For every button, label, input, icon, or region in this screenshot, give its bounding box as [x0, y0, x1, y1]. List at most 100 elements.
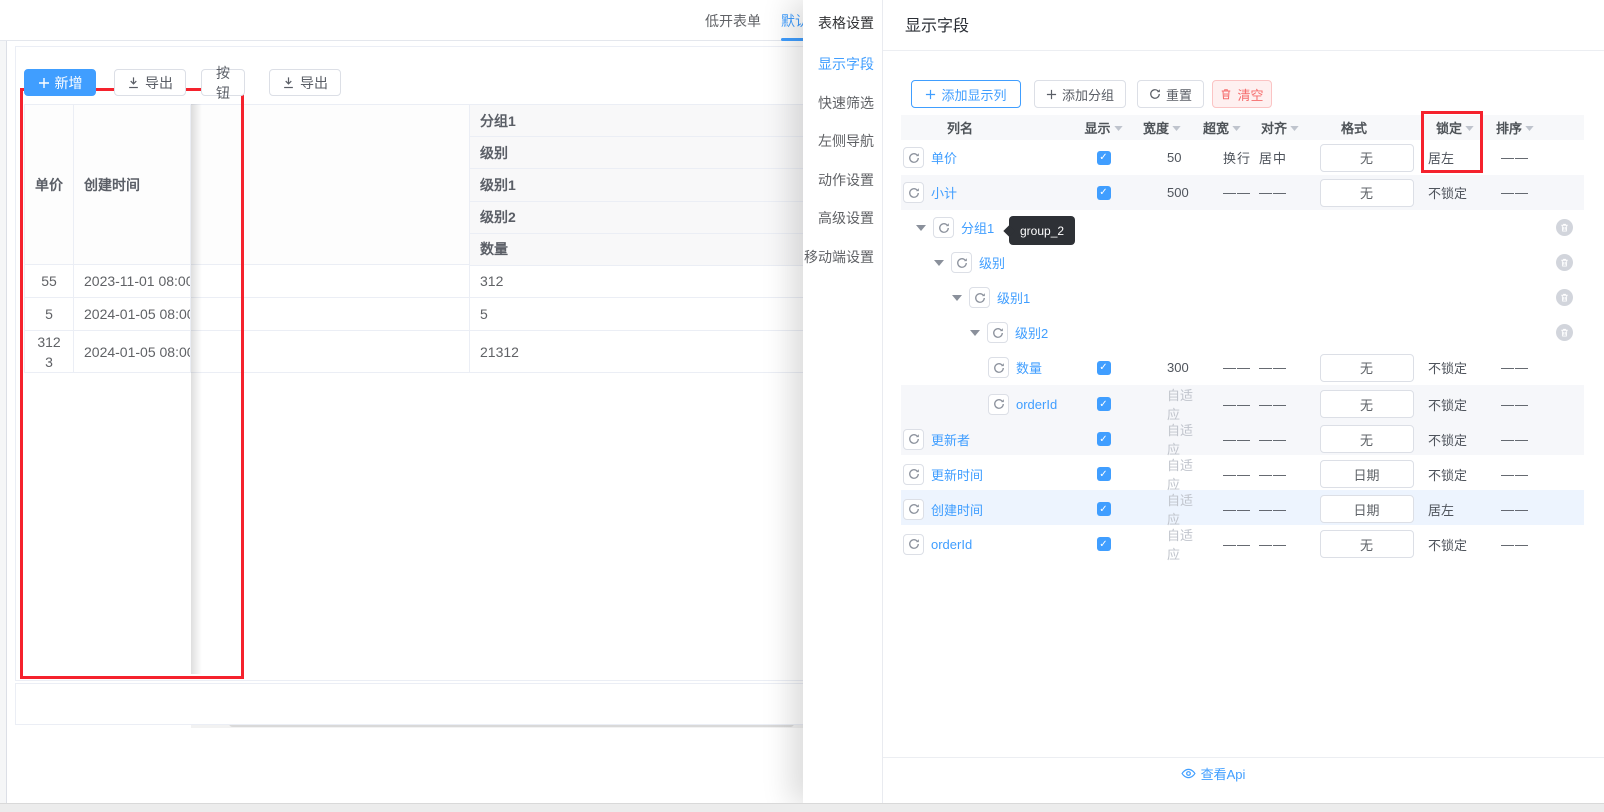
width-value[interactable]: 自适应	[1131, 525, 1193, 563]
config-column-header-7[interactable]: 锁定	[1424, 118, 1486, 137]
add-display-column-button[interactable]: 添加显示列	[911, 80, 1021, 108]
expand-caret-icon[interactable]	[970, 329, 980, 336]
sidebar-item-6[interactable]: 移动端设置	[804, 247, 874, 267]
sort-value[interactable]: ——	[1486, 150, 1544, 165]
config-column-header-8[interactable]: 排序	[1486, 118, 1544, 137]
delete-group-button[interactable]	[1555, 324, 1573, 341]
overwide-value[interactable]: ——	[1193, 397, 1251, 412]
sidebar-item-5[interactable]: 高级设置	[818, 208, 874, 228]
refresh-field-button[interactable]	[903, 533, 924, 555]
config-column-header-2[interactable]: 显示	[1076, 118, 1131, 137]
lock-value[interactable]: 不锁定	[1424, 183, 1486, 202]
align-value[interactable]: ——	[1251, 467, 1309, 482]
chevron-down-icon[interactable]	[1232, 125, 1241, 131]
format-select-button[interactable]: 无	[1319, 425, 1414, 453]
lock-value[interactable]: 不锁定	[1424, 465, 1486, 484]
format-select-button[interactable]: 无	[1319, 530, 1414, 558]
width-value[interactable]: 自适应	[1131, 455, 1193, 493]
show-checkbox[interactable]: ✓	[1096, 537, 1111, 551]
chevron-down-icon[interactable]	[1172, 125, 1181, 131]
export-button-2[interactable]: 导出	[269, 69, 341, 96]
align-value[interactable]: ——	[1251, 432, 1309, 447]
refresh-field-button[interactable]	[903, 463, 924, 485]
field-name-link[interactable]: orderId	[1016, 397, 1057, 412]
chevron-down-icon[interactable]	[1465, 125, 1474, 131]
generic-button[interactable]: 按钮	[201, 65, 245, 101]
refresh-field-button[interactable]	[903, 147, 924, 168]
width-value[interactable]: 50	[1131, 150, 1193, 165]
width-value[interactable]: 300	[1131, 360, 1193, 375]
expand-caret-icon[interactable]	[952, 294, 962, 301]
field-name-link[interactable]: 级别1	[997, 288, 1030, 307]
chevron-down-icon[interactable]	[1113, 125, 1123, 131]
align-value[interactable]: ——	[1251, 502, 1309, 517]
refresh-field-button[interactable]	[903, 182, 924, 203]
sidebar-item-2[interactable]: 快速筛选	[818, 93, 874, 113]
sort-value[interactable]: ——	[1486, 397, 1544, 412]
field-name-link[interactable]: 数量	[1016, 358, 1042, 377]
overwide-value[interactable]: ——	[1193, 360, 1251, 375]
field-name-link[interactable]: 更新者	[931, 430, 970, 449]
field-name-link[interactable]: 分组1	[961, 218, 994, 237]
add-button[interactable]: 新增	[24, 69, 96, 96]
sort-value[interactable]: ——	[1486, 360, 1544, 375]
overwide-value[interactable]: 换行	[1193, 148, 1251, 167]
config-column-header-5[interactable]: 对齐	[1251, 118, 1309, 137]
expand-caret-icon[interactable]	[916, 224, 926, 231]
chevron-down-icon[interactable]	[1525, 125, 1534, 131]
format-select-button[interactable]: 日期	[1319, 495, 1414, 523]
sort-value[interactable]: ——	[1486, 502, 1544, 517]
config-column-header-3[interactable]: 宽度	[1131, 118, 1193, 137]
overwide-value[interactable]: ——	[1193, 537, 1251, 552]
overwide-value[interactable]: ——	[1193, 502, 1251, 517]
sidebar-item-3[interactable]: 左侧导航	[818, 131, 874, 151]
chevron-down-icon[interactable]	[1290, 125, 1299, 131]
refresh-field-button[interactable]	[988, 393, 1009, 415]
clear-button[interactable]: 清空	[1212, 80, 1272, 108]
delete-group-button[interactable]	[1555, 289, 1573, 306]
refresh-field-button[interactable]	[933, 217, 954, 238]
sidebar-item-1[interactable]: 显示字段	[818, 54, 874, 74]
format-select-button[interactable]: 日期	[1319, 460, 1414, 488]
refresh-field-button[interactable]	[969, 287, 990, 308]
expand-caret-icon[interactable]	[934, 259, 944, 266]
format-select-button[interactable]: 无	[1319, 353, 1414, 382]
field-name-link[interactable]: 创建时间	[931, 500, 983, 519]
sort-value[interactable]: ——	[1486, 185, 1544, 200]
delete-group-button[interactable]	[1555, 254, 1573, 271]
show-checkbox[interactable]: ✓	[1096, 185, 1111, 200]
width-value[interactable]: 500	[1131, 185, 1193, 200]
view-api-link[interactable]: 查看Api	[883, 764, 1543, 783]
align-value[interactable]: ——	[1251, 185, 1309, 200]
width-value[interactable]: 自适应	[1131, 420, 1193, 458]
overwide-value[interactable]: ——	[1193, 185, 1251, 200]
refresh-field-button[interactable]	[903, 498, 924, 520]
format-select-button[interactable]: 无	[1319, 178, 1414, 207]
lock-value[interactable]: 居左	[1424, 148, 1486, 167]
show-checkbox[interactable]: ✓	[1096, 360, 1111, 375]
align-value[interactable]: ——	[1251, 360, 1309, 375]
lock-value[interactable]: 不锁定	[1424, 430, 1486, 449]
add-group-button[interactable]: 添加分组	[1034, 80, 1126, 108]
refresh-field-button[interactable]	[903, 428, 924, 450]
refresh-field-button[interactable]	[951, 252, 972, 273]
field-name-link[interactable]: 更新时间	[931, 465, 983, 484]
lock-value[interactable]: 居左	[1424, 500, 1486, 519]
lock-value[interactable]: 不锁定	[1424, 535, 1486, 554]
align-value[interactable]: ——	[1251, 537, 1309, 552]
field-name-link[interactable]: 小计	[931, 183, 957, 202]
field-name-link[interactable]: 级别2	[1015, 323, 1048, 342]
lock-value[interactable]: 不锁定	[1424, 358, 1486, 377]
width-value[interactable]: 自适应	[1131, 385, 1193, 423]
delete-group-button[interactable]	[1555, 219, 1573, 236]
sort-value[interactable]: ——	[1486, 432, 1544, 447]
field-name-link[interactable]: 单价	[931, 148, 957, 167]
sidebar-item-4[interactable]: 动作设置	[818, 170, 874, 190]
overwide-value[interactable]: ——	[1193, 467, 1251, 482]
lock-value[interactable]: 不锁定	[1424, 395, 1486, 414]
field-name-link[interactable]: orderId	[931, 537, 972, 552]
refresh-field-button[interactable]	[988, 357, 1009, 378]
show-checkbox[interactable]: ✓	[1096, 150, 1111, 165]
tab-low-open-form[interactable]: 低开表单	[705, 11, 761, 31]
show-checkbox[interactable]: ✓	[1096, 467, 1111, 481]
